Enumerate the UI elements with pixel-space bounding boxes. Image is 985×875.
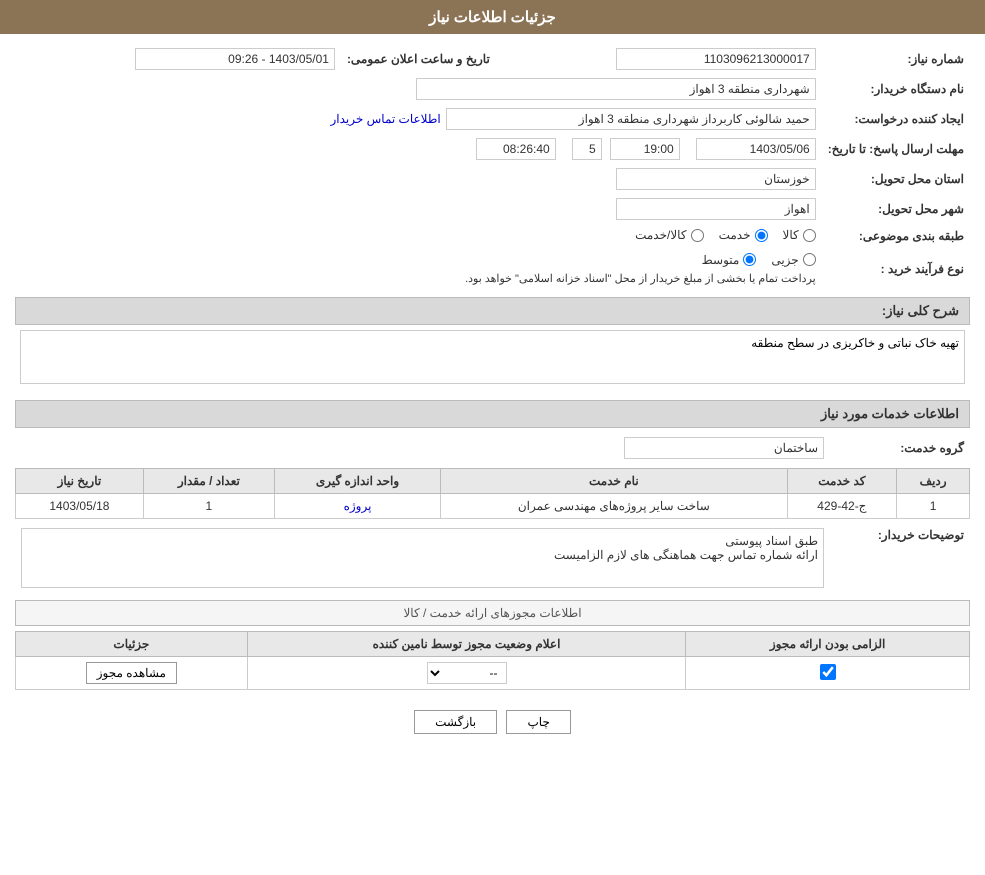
page-wrapper: جزئیات اطلاعات نیاز شماره نیاز: 11030962… (0, 0, 985, 875)
cell-unit: پروژه (274, 494, 440, 519)
cell-elzami (686, 657, 970, 690)
ijadKonande-value: حمید شالوئی کاربرداز شهرداری منطقه 3 اهو… (446, 108, 816, 130)
elamvaz-select[interactable]: -- (427, 662, 507, 684)
shomareNiaz-label: شماره نیاز: (822, 44, 970, 74)
col-name: نام خدمت (441, 469, 787, 494)
namDastgah-label: نام دستگاه خریدار: (822, 74, 970, 104)
col-code: کد خدمت (787, 469, 897, 494)
col-elamvaz: اعلام وضعیت مجوز توسط نامین کننده (247, 632, 686, 657)
cell-code: ج-42-429 (787, 494, 897, 519)
mohlat-rooz: 5 (572, 138, 602, 160)
tozihat-line2: ارائه شماره تماس جهت هماهنگی های لازم ال… (27, 548, 818, 562)
col-tedad: تعداد / مقدار (143, 469, 274, 494)
page-title: جزئیات اطلاعات نیاز (429, 9, 556, 26)
col-radif: ردیف (897, 469, 970, 494)
mohlat-date: 1403/05/06 (696, 138, 816, 160)
mohlat-baghimande: 08:26:40 (476, 138, 556, 160)
tabaqe-kala-khedmat[interactable]: کالا/خدمت (635, 228, 703, 242)
tozihat-line1: طبق اسناد پیوستی (27, 534, 818, 548)
process-note: پرداخت تمام یا بخشی از مبلغ خریدار از مح… (21, 272, 816, 285)
tabaqe-khedmat[interactable]: خدمت (719, 228, 768, 242)
noe-motavas[interactable]: متوسط (702, 253, 757, 267)
grohe-label: گروه خدمت: (830, 433, 970, 463)
chap-button[interactable]: چاپ (506, 710, 570, 734)
tabaqe-label: طبقه بندی موضوعی: (822, 224, 970, 249)
grohe-table: گروه خدمت: ساختمان (15, 433, 970, 463)
basic-info-table: شماره نیاز: 1103096213000017 تاریخ و ساع… (15, 44, 970, 289)
ostan-value: خوزستان (616, 168, 816, 190)
cell-tedad: 1 (143, 494, 274, 519)
namDastgah-value: شهرداری منطقه 3 اهواز (416, 78, 816, 100)
mojaz-section-title: اطلاعات مجوزهای ارائه خدمت / کالا (15, 600, 970, 626)
cell-name: ساخت سایر پروژه‌های مهندسی عمران (441, 494, 787, 519)
noe-jozi[interactable]: جزیی (771, 253, 815, 267)
shahr-label: شهر محل تحویل: (822, 194, 970, 224)
mohlat-label: مهلت ارسال پاسخ: تا تاریخ: (822, 134, 970, 164)
ettelaat-tamas-link[interactable]: اطلاعات تماس خریدار (331, 112, 441, 126)
mohlat-saat: 19:00 (610, 138, 680, 160)
khadamat-section-title: اطلاعات خدمات مورد نیاز (15, 400, 970, 428)
shahr-value: اهواز (616, 198, 816, 220)
table-row: -- مشاهده مجوز (16, 657, 970, 690)
elzami-checkbox[interactable] (820, 664, 836, 680)
tarikhElan-value: 1403/05/01 - 09:26 (135, 48, 335, 70)
col-tarikh: تاریخ نیاز (16, 469, 144, 494)
cell-tarikh: 1403/05/18 (16, 494, 144, 519)
shomareNiaz-value: 1103096213000017 (616, 48, 816, 70)
sharh-textarea[interactable] (20, 330, 965, 384)
footer-buttons: چاپ بازگشت (15, 695, 970, 749)
sharh-section-title: شرح کلی نیاز: (15, 297, 970, 325)
moshahede-button[interactable]: مشاهده مجوز (86, 662, 177, 684)
col-unit: واحد اندازه گیری (274, 469, 440, 494)
mojaz-table: الزامی بودن ارائه مجوز اعلام وضعیت مجوز … (15, 631, 970, 690)
main-content: شماره نیاز: 1103096213000017 تاریخ و ساع… (0, 34, 985, 759)
ostan-label: استان محل تحویل: (822, 164, 970, 194)
noe-label: نوع فرآیند خرید : (822, 249, 970, 290)
page-header: جزئیات اطلاعات نیاز (0, 0, 985, 34)
col-joziat: جزئیات (16, 632, 248, 657)
table-row: 1 ج-42-429 ساخت سایر پروژه‌های مهندسی عم… (16, 494, 970, 519)
bazgasht-button[interactable]: بازگشت (414, 710, 497, 734)
tozihat-label: توضیحات خریدار: (830, 524, 970, 592)
cell-joziat: مشاهده مجوز (16, 657, 248, 690)
tabaqe-kala[interactable]: کالا (783, 228, 816, 242)
col-elzami: الزامی بودن ارائه مجوز (686, 632, 970, 657)
cell-elamvaz: -- (247, 657, 686, 690)
tozihat-box: طبق اسناد پیوستی ارائه شماره تماس جهت هم… (21, 528, 824, 588)
grohe-value: ساختمان (624, 437, 824, 459)
tarikhElan-label: تاریخ و ساعت اعلان عمومی: (341, 44, 496, 74)
cell-radif: 1 (897, 494, 970, 519)
ijadKonande-label: ایجاد کننده درخواست: (822, 104, 970, 134)
tozihat-table: توضیحات خریدار: طبق اسناد پیوستی ارائه ش… (15, 524, 970, 592)
services-table: ردیف کد خدمت نام خدمت واحد اندازه گیری ت… (15, 468, 970, 519)
